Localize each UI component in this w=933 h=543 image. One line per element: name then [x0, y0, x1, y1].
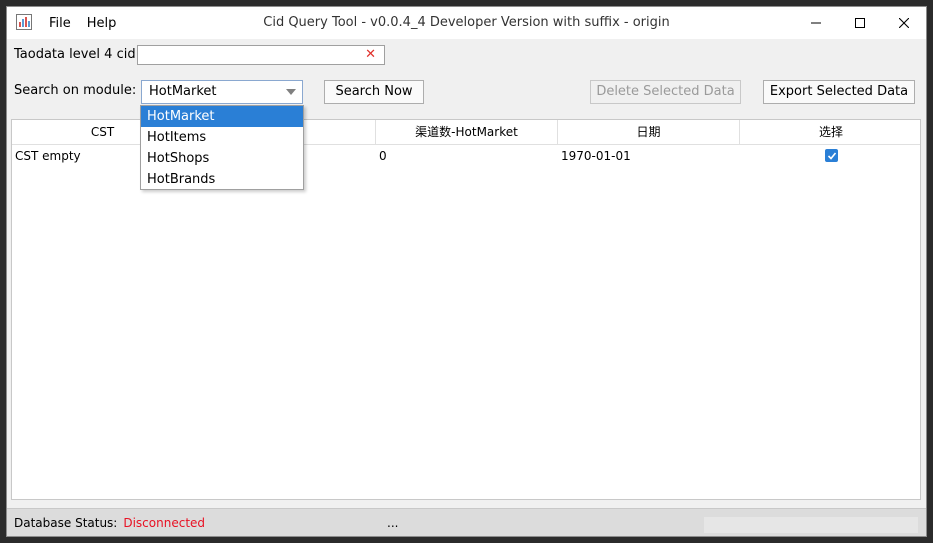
module-select[interactable]: HotMarket	[141, 80, 303, 104]
minimize-icon	[811, 22, 821, 24]
window-controls	[794, 7, 926, 39]
cell-date: 1970-01-01	[561, 149, 631, 163]
close-button[interactable]	[882, 7, 926, 39]
chart-app-icon	[16, 14, 32, 30]
module-dropdown-list: HotMarket HotItems HotShops HotBrands	[140, 105, 304, 190]
checkmark-icon	[827, 151, 836, 160]
app-window: File Help Cid Query Tool - v0.0.4_4 Deve…	[6, 6, 927, 537]
cid-input[interactable]: ✕	[137, 45, 385, 65]
clear-icon[interactable]: ✕	[365, 46, 376, 64]
chevron-down-icon	[286, 89, 296, 95]
search-now-button[interactable]: Search Now	[324, 80, 424, 104]
minimize-button[interactable]	[794, 7, 838, 39]
cid-label: Taodata level 4 cid:	[14, 47, 140, 62]
column-header-date[interactable]: 日期	[558, 120, 740, 144]
column-header-select[interactable]: 选择	[740, 120, 920, 144]
maximize-button[interactable]	[838, 7, 882, 39]
menu-help[interactable]: Help	[79, 16, 125, 31]
option-hotmarket[interactable]: HotMarket	[141, 106, 303, 127]
database-status-label: Database Status:	[14, 516, 118, 530]
status-extra: ...	[387, 516, 399, 530]
cell-channels: 0	[379, 149, 387, 163]
module-select-value: HotMarket	[149, 84, 217, 99]
database-status: Database Status: Disconnected	[14, 509, 206, 536]
close-icon	[899, 18, 909, 28]
menu-bar: File Help	[41, 7, 124, 39]
option-hotshops[interactable]: HotShops	[141, 148, 303, 169]
status-bar: Database Status: Disconnected ...	[7, 508, 926, 536]
option-hotitems[interactable]: HotItems	[141, 127, 303, 148]
option-hotbrands[interactable]: HotBrands	[141, 169, 303, 190]
delete-selected-button[interactable]: Delete Selected Data	[590, 80, 741, 104]
window-title: Cid Query Tool - v0.0.4_4 Developer Vers…	[263, 15, 670, 30]
row-select-checkbox[interactable]	[825, 149, 838, 162]
column-header-channels[interactable]: 渠道数-HotMarket	[376, 120, 558, 144]
title-bar: File Help Cid Query Tool - v0.0.4_4 Deve…	[7, 7, 926, 39]
export-selected-button[interactable]: Export Selected Data	[763, 80, 915, 104]
menu-file[interactable]: File	[41, 16, 79, 31]
maximize-icon	[855, 18, 865, 28]
database-status-value: Disconnected	[123, 516, 206, 530]
status-progress-field	[704, 517, 918, 533]
module-label: Search on module:	[14, 83, 137, 98]
